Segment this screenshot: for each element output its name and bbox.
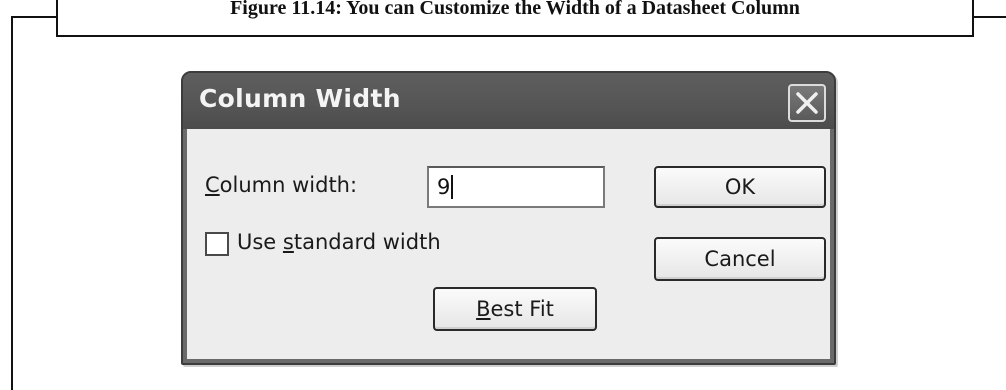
column-width-value: 9 [437,175,451,199]
use-standard-width-accelerator: s [282,230,294,254]
cancel-button[interactable]: Cancel [654,237,826,281]
column-width-label: Column width: [205,173,357,197]
best-fit-button[interactable]: Best Fit [433,287,597,331]
use-standard-width-prefix: Use [237,230,283,254]
column-width-dialog: Column Width Column width: 9 Use standar… [181,71,836,365]
figure-frame-left [11,16,13,390]
text-caret [451,175,454,199]
column-width-label-text: olumn width: [219,173,358,197]
ok-button[interactable]: OK [654,166,826,208]
best-fit-label: est Fit [490,297,554,321]
column-width-label-accelerator: C [205,173,220,197]
figure-frame-top-right [972,16,1006,18]
close-button[interactable] [788,84,826,122]
figure-frame-top-left [11,16,57,18]
close-icon [796,92,818,114]
ok-button-label: OK [724,175,756,199]
cancel-button-label: Cancel [704,247,776,271]
use-standard-width-label[interactable]: Use standard width [237,230,441,254]
dialog-titlebar[interactable]: Column Width [183,73,834,129]
use-standard-width-rest: tandard width [293,230,441,254]
column-width-input[interactable]: 9 [427,166,605,208]
best-fit-accelerator: B [476,297,491,321]
dialog-client-area: Column width: 9 Use standard width OK Ca… [187,129,830,359]
use-standard-width-checkbox[interactable] [205,232,229,256]
figure-caption: Figure 11.14: You can Customize the Widt… [230,0,800,19]
dialog-title: Column Width [199,84,401,113]
